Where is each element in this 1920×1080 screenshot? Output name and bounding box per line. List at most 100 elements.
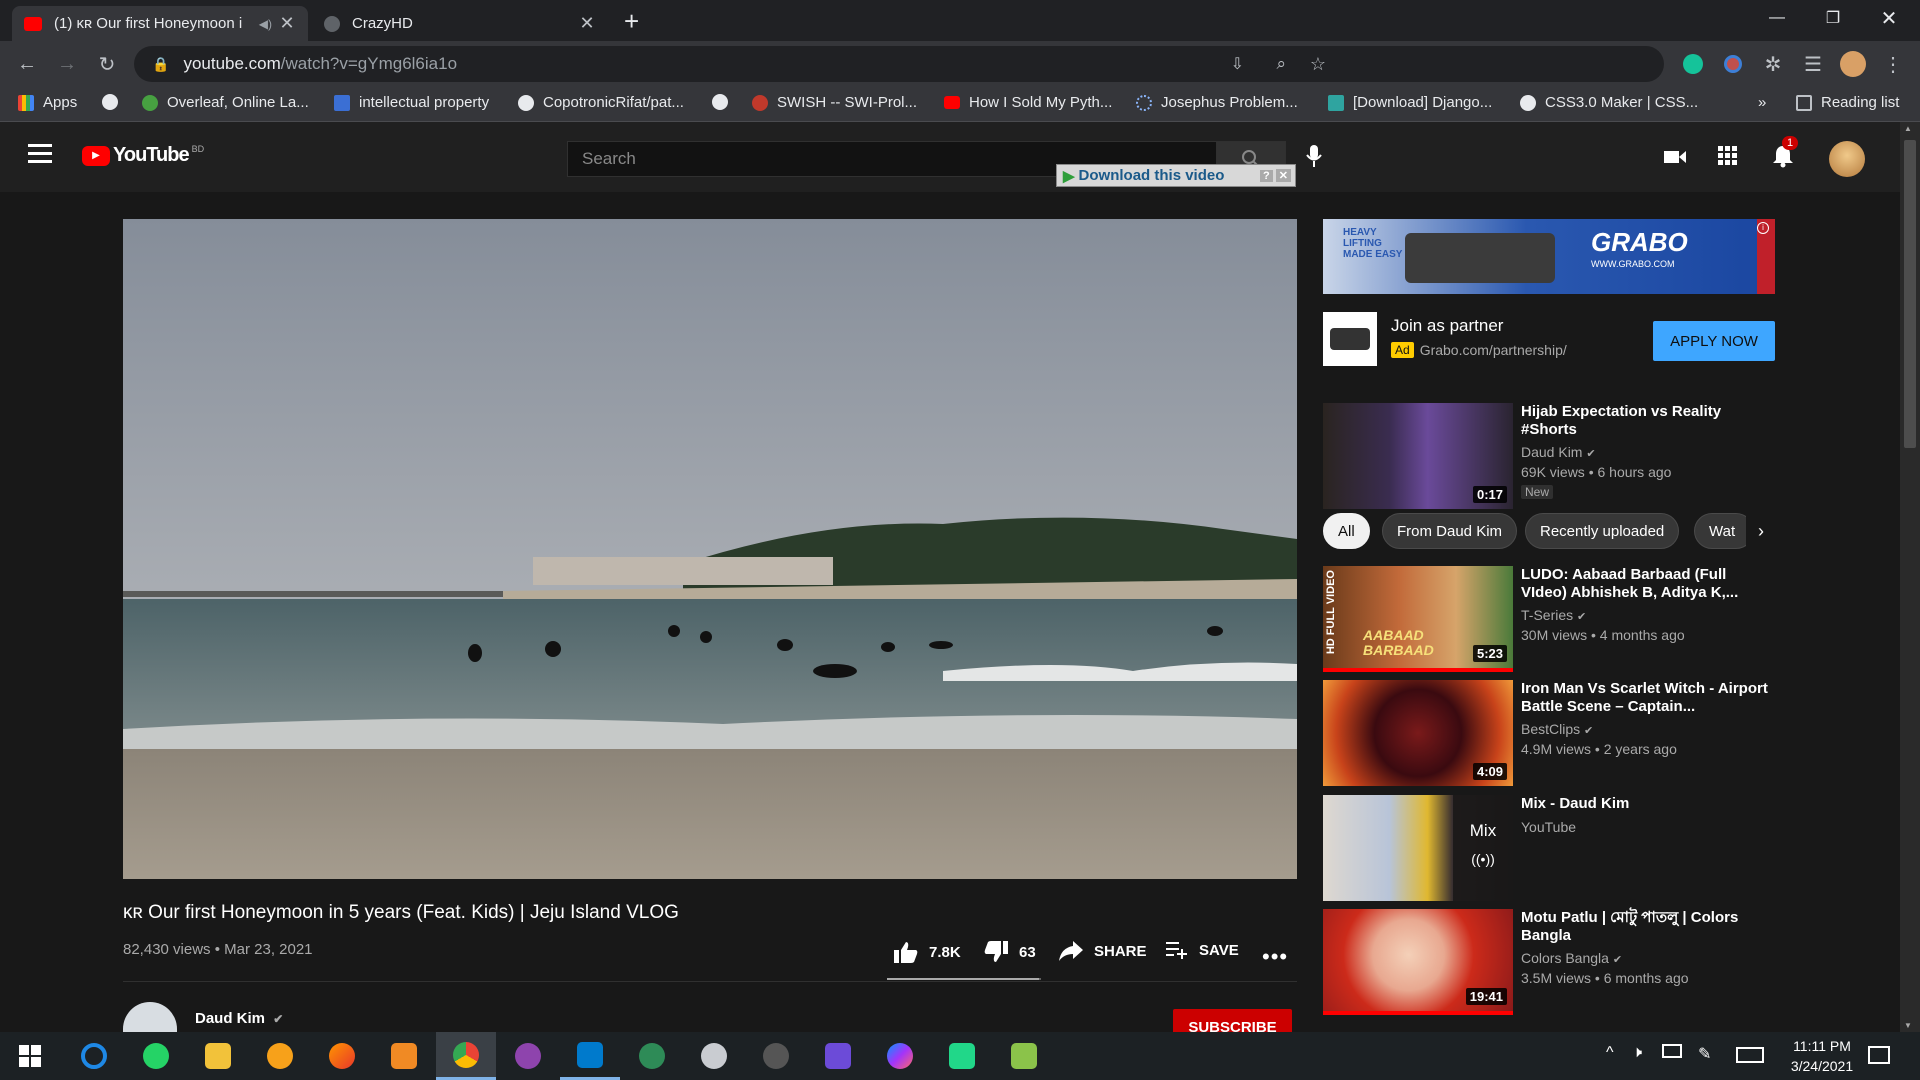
ad-info-icon[interactable]: i bbox=[1757, 222, 1769, 234]
media-control-icon[interactable]: ☰ bbox=[1800, 51, 1826, 77]
bookmark-item[interactable] bbox=[712, 94, 737, 110]
channel-name[interactable]: Daud Kim ✔ bbox=[195, 1010, 283, 1027]
taskbar-app[interactable] bbox=[870, 1032, 930, 1080]
chip-watched[interactable]: Wat bbox=[1694, 513, 1754, 549]
taskbar-app[interactable] bbox=[684, 1032, 744, 1080]
taskbar-app[interactable] bbox=[374, 1032, 434, 1080]
bookmark-overleaf[interactable]: Overleaf, Online La... bbox=[142, 94, 309, 111]
close-window-button[interactable]: ✕ bbox=[1862, 0, 1916, 36]
back-icon[interactable]: ← bbox=[14, 51, 40, 77]
video-player[interactable] bbox=[123, 219, 1297, 879]
start-button[interactable] bbox=[0, 1032, 60, 1080]
grammarly-extension-icon[interactable] bbox=[1680, 51, 1706, 77]
video-thumbnail: 0:17 bbox=[1323, 403, 1513, 509]
recommendation-item[interactable]: HD FULL VIDEO AABAAD BARBAAD 5:23 LUDO: … bbox=[1323, 566, 1779, 672]
bookmark-css3-maker[interactable]: CSS3.0 Maker | CSS... bbox=[1520, 94, 1698, 111]
taskbar-app[interactable] bbox=[64, 1032, 124, 1080]
clock[interactable]: 11:11 PM 3/24/2021 bbox=[1780, 1036, 1864, 1076]
voice-search-icon[interactable] bbox=[1305, 144, 1323, 173]
keyboard-icon[interactable] bbox=[1736, 1047, 1764, 1063]
scrollbar-thumb[interactable] bbox=[1904, 140, 1916, 448]
subscribe-button[interactable]: SUBSCRIBE bbox=[1173, 1009, 1292, 1032]
chip-from-channel[interactable]: From Daud Kim bbox=[1382, 513, 1518, 549]
taskbar-app[interactable] bbox=[312, 1032, 372, 1080]
page-scrollbar[interactable]: ▲ ▼ bbox=[1900, 122, 1920, 1032]
recommendation-item[interactable]: Mix ((•)) Mix - Daud Kim YouTube bbox=[1323, 795, 1779, 901]
taskbar-app[interactable] bbox=[498, 1032, 558, 1080]
taskbar-app-chrome-active[interactable] bbox=[436, 1032, 496, 1080]
ad-title[interactable]: Join as partner bbox=[1391, 316, 1503, 336]
like-button[interactable]: 7.8K bbox=[893, 940, 961, 964]
zoom-icon[interactable]: ⌕ bbox=[1276, 54, 1286, 74]
taskbar-app[interactable] bbox=[932, 1032, 992, 1080]
address-bar[interactable]: 🔒 youtube.com/watch?v=gYmg6l6ia1o ⇩ ⌕ ☆ bbox=[134, 46, 1664, 82]
hamburger-menu-icon[interactable] bbox=[28, 144, 52, 163]
taskbar-app[interactable] bbox=[188, 1032, 248, 1080]
close-icon[interactable]: ✕ bbox=[1275, 169, 1291, 182]
ad-thumbnail[interactable] bbox=[1323, 312, 1377, 366]
recommendation-item[interactable]: 19:41 Motu Patlu | মোটু পাতলু | Colors B… bbox=[1323, 909, 1779, 1015]
reload-icon[interactable]: ↻ bbox=[94, 51, 120, 77]
download-video-bar[interactable]: ▶ Download this video ? ✕ bbox=[1056, 164, 1296, 187]
audio-playing-icon[interactable]: ◀) bbox=[259, 17, 272, 31]
network-icon[interactable] bbox=[1662, 1044, 1682, 1058]
dislike-button[interactable]: 63 bbox=[983, 940, 1036, 964]
apply-now-button[interactable]: APPLY NOW bbox=[1653, 321, 1775, 361]
help-icon[interactable]: ? bbox=[1260, 169, 1273, 182]
bookmark-star-icon[interactable]: ☆ bbox=[1310, 54, 1326, 75]
ad-badge: Ad bbox=[1391, 342, 1414, 358]
bookmark-django[interactable]: [Download] Django... bbox=[1328, 94, 1492, 111]
recommendation-item[interactable]: 0:17 Hijab Expectation vs Reality #Short… bbox=[1323, 403, 1779, 509]
profile-avatar[interactable] bbox=[1840, 51, 1866, 77]
ad-banner[interactable]: HEAVY LIFTING MADE EASY GRABO WWW.GRABO.… bbox=[1323, 219, 1775, 294]
show-hidden-icons-chevron-icon[interactable]: ^ bbox=[1606, 1044, 1614, 1062]
more-actions-icon[interactable]: ••• bbox=[1262, 944, 1288, 970]
bookmark-intellectual-property[interactable]: intellectual property bbox=[334, 94, 489, 111]
bookmark-youtube[interactable]: How I Sold My Pyth... bbox=[944, 94, 1112, 111]
channel-label: T-Series bbox=[1521, 607, 1574, 623]
forward-icon[interactable]: → bbox=[54, 51, 80, 77]
minimize-button[interactable]: — bbox=[1750, 0, 1804, 36]
share-button[interactable]: SHARE bbox=[1058, 940, 1147, 962]
pen-icon[interactable]: ✎ bbox=[1698, 1044, 1711, 1064]
taskbar-app[interactable] bbox=[808, 1032, 868, 1080]
close-tab-icon[interactable]: ✕ bbox=[578, 13, 596, 34]
apps-grid-icon[interactable] bbox=[1718, 146, 1738, 171]
channel-avatar[interactable] bbox=[123, 1002, 177, 1032]
taskbar-app[interactable] bbox=[746, 1032, 806, 1080]
restore-button[interactable]: ❐ bbox=[1806, 0, 1860, 36]
bookmark-swish[interactable]: SWISH -- SWI-Prol... bbox=[752, 94, 917, 111]
volume-icon[interactable]: 🕨 bbox=[1632, 1044, 1642, 1062]
youtube-logo[interactable]: ▶ YouTube BD bbox=[82, 144, 204, 167]
bookmarks-overflow-button[interactable]: » bbox=[1758, 94, 1766, 111]
scroll-up-arrow-icon[interactable]: ▲ bbox=[1904, 124, 1912, 133]
reading-list-button[interactable]: Reading list bbox=[1796, 94, 1899, 111]
taskbar-app[interactable] bbox=[560, 1032, 620, 1080]
bookmark-apps[interactable]: Apps bbox=[18, 94, 77, 111]
taskbar-app[interactable] bbox=[994, 1032, 1054, 1080]
new-tab-button[interactable]: + bbox=[624, 6, 639, 37]
extensions-puzzle-icon[interactable]: ✲ bbox=[1760, 51, 1786, 77]
taskbar-app[interactable] bbox=[250, 1032, 310, 1080]
bookmark-josephus[interactable]: Josephus Problem... bbox=[1136, 94, 1298, 111]
tab-youtube[interactable]: (1) ᴋʀ Our first Honeymoon i ◀) ✕ bbox=[12, 6, 308, 41]
ad-banner-url: WWW.GRABO.COM bbox=[1591, 259, 1675, 269]
taskbar-app[interactable] bbox=[622, 1032, 682, 1080]
bookmark-item[interactable] bbox=[102, 94, 127, 110]
taskbar-app[interactable] bbox=[126, 1032, 186, 1080]
install-icon[interactable]: ⇩ bbox=[1231, 54, 1244, 74]
close-tab-icon[interactable]: ✕ bbox=[278, 13, 296, 34]
create-video-icon[interactable] bbox=[1663, 148, 1687, 171]
chip-recently-uploaded[interactable]: Recently uploaded bbox=[1525, 513, 1680, 549]
chevron-right-icon[interactable]: › bbox=[1746, 513, 1776, 549]
extension-icon[interactable] bbox=[1720, 51, 1746, 77]
action-center-icon[interactable] bbox=[1868, 1046, 1890, 1064]
chrome-menu-icon[interactable]: ⋮ bbox=[1880, 51, 1906, 77]
scroll-down-arrow-icon[interactable]: ▼ bbox=[1904, 1021, 1912, 1030]
tab-crazyhd[interactable]: CrazyHD ✕ bbox=[312, 6, 608, 41]
save-button[interactable]: SAVE bbox=[1165, 940, 1239, 960]
bookmark-github[interactable]: CopotronicRifat/pat... bbox=[518, 94, 684, 111]
account-avatar[interactable] bbox=[1829, 141, 1865, 177]
chip-all[interactable]: All bbox=[1323, 513, 1370, 549]
recommendation-item[interactable]: 4:09 Iron Man Vs Scarlet Witch - Airport… bbox=[1323, 680, 1779, 786]
